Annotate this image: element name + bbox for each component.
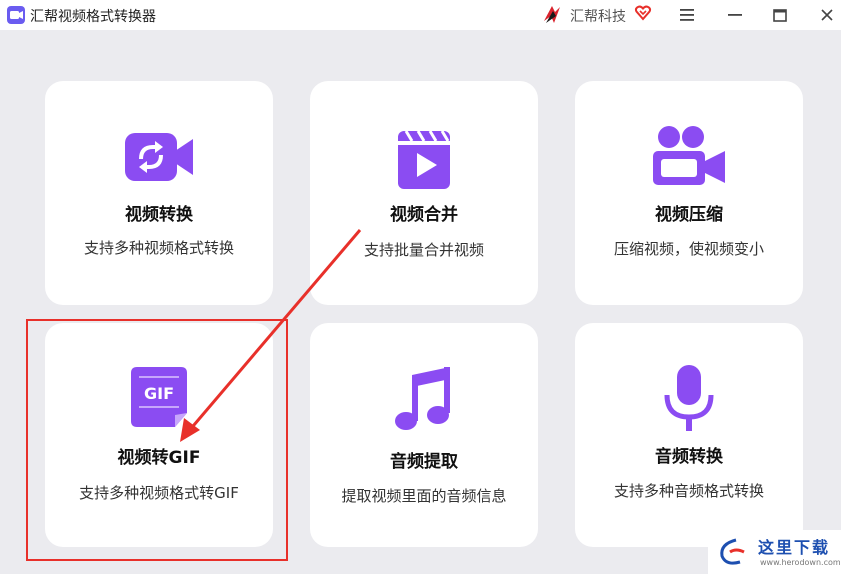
card-description: 支持批量合并视频 <box>363 241 484 259</box>
card-video-merge[interactable]: 视频合并 支持批量合并视频 <box>310 81 538 305</box>
card-title: 视频合并 <box>390 205 458 225</box>
vip-heart-icon[interactable] <box>634 4 652 22</box>
highlight-box <box>26 319 288 561</box>
maximize-button[interactable] <box>768 3 792 27</box>
card-video-convert[interactable]: 视频转换 支持多种视频格式转换 <box>45 81 273 305</box>
video-compress-icon <box>653 126 725 185</box>
card-title: 视频压缩 <box>655 205 723 225</box>
close-button[interactable] <box>815 3 839 27</box>
microphone-icon <box>664 365 714 431</box>
card-description: 压缩视频，使视频变小 <box>613 240 764 258</box>
card-audio-convert[interactable]: 音频转换 支持多种音频格式转换 <box>575 323 803 547</box>
maximize-icon <box>773 8 787 22</box>
hamburger-icon <box>680 9 694 21</box>
brand-name[interactable]: 汇帮科技 <box>570 6 626 26</box>
video-convert-icon <box>125 133 193 181</box>
app-title: 汇帮视频格式转换器 <box>30 9 156 25</box>
minimize-button[interactable] <box>723 3 747 27</box>
brand-logo-icon <box>544 6 560 23</box>
watermark-text: 这里下载 <box>758 538 831 557</box>
watermark-url: www.herodown.com <box>760 558 841 567</box>
card-title: 音频提取 <box>390 452 458 472</box>
card-title: 视频转换 <box>125 205 193 225</box>
card-description: 支持多种视频格式转换 <box>83 239 234 257</box>
card-audio-extract[interactable]: 音频提取 提取视频里面的音频信息 <box>310 323 538 547</box>
app-logo-icon <box>7 6 25 24</box>
card-description: 提取视频里面的音频信息 <box>341 487 507 505</box>
music-note-icon <box>395 367 450 430</box>
minimize-icon <box>728 14 742 16</box>
title-bar: 汇帮视频格式转换器 汇帮科技 <box>0 0 841 30</box>
card-video-compress[interactable]: 视频压缩 压缩视频，使视频变小 <box>575 81 803 305</box>
card-description: 支持多种音频格式转换 <box>613 482 764 500</box>
card-title: 音频转换 <box>655 447 723 467</box>
menu-button[interactable] <box>675 3 699 27</box>
close-icon <box>821 9 833 21</box>
video-merge-icon <box>398 130 450 189</box>
